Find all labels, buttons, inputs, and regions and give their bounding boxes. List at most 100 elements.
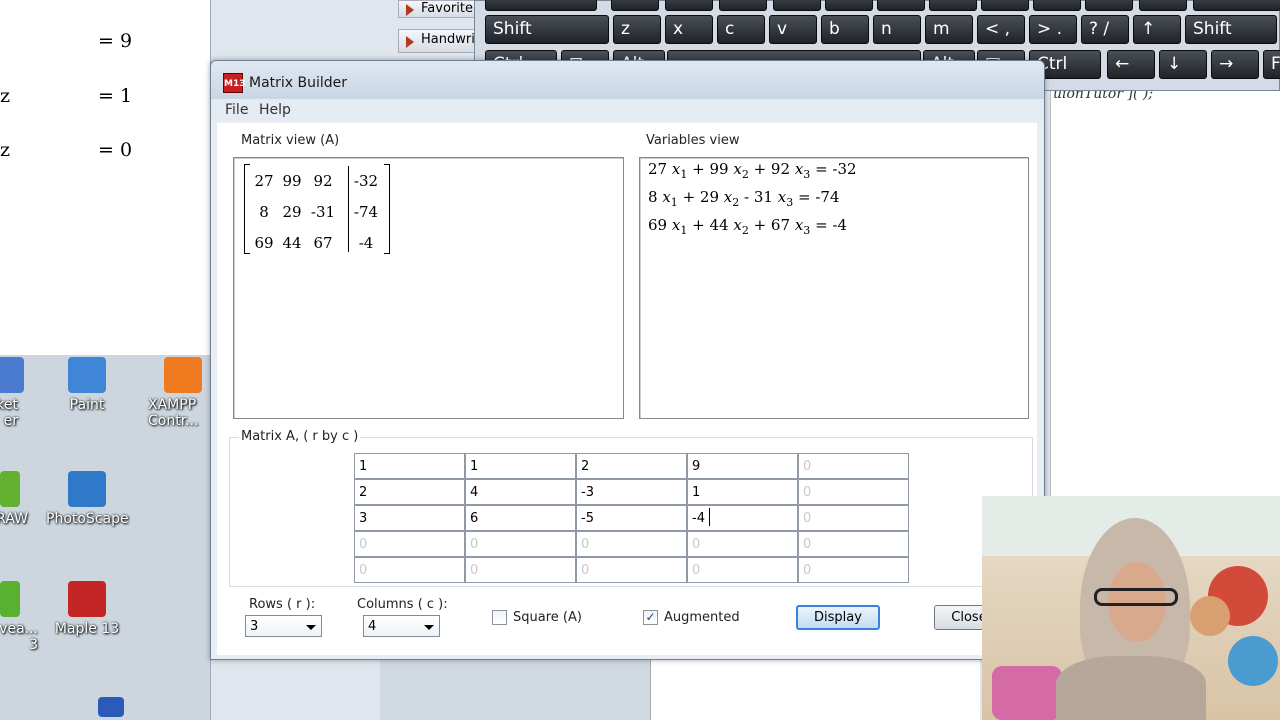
square-label[interactable]: Square (A) — [513, 610, 582, 625]
grid-cell-r3c3[interactable]: -5 — [576, 505, 687, 531]
matrix-entry-label: Matrix A, ( r by c ) — [239, 429, 361, 444]
grid-cell-r2c5[interactable]: 0 — [798, 479, 909, 505]
grid-cell-r4c4[interactable]: 0 — [687, 531, 798, 557]
key-v[interactable]: v — [769, 15, 817, 44]
matrix-view-label: Matrix view (A) — [239, 133, 342, 148]
key-partial[interactable] — [719, 0, 767, 11]
variable: x — [733, 160, 742, 178]
columns-select[interactable]: 4 — [363, 615, 440, 637]
matrix-cell: 44 — [282, 234, 302, 252]
matrix-cell: -32 — [353, 172, 379, 190]
grid-cell-r5c3[interactable]: 0 — [576, 557, 687, 583]
grid-cell-r5c5[interactable]: 0 — [798, 557, 909, 583]
favorites-palette-button[interactable]: Favorite — [398, 0, 478, 18]
rows-select[interactable]: 3 — [245, 615, 322, 637]
grid-cell-r3c5[interactable]: 0 — [798, 505, 909, 531]
grid-cell-r2c4[interactable]: 1 — [687, 479, 798, 505]
desktop-icon-raw[interactable]: RAW — [0, 471, 46, 527]
matrix-builder-dialog: M13 Matrix Builder File Help Matrix view… — [210, 60, 1045, 660]
grid-cell-r1c5[interactable]: 0 — [798, 453, 909, 479]
key-partial[interactable] — [485, 0, 597, 11]
key-m[interactable]: m — [925, 15, 973, 44]
key-b[interactable]: b — [821, 15, 869, 44]
matrix-cell: 99 — [282, 172, 302, 190]
grid-cell-r2c1[interactable]: 2 — [354, 479, 465, 505]
key-arrow-left[interactable]: ← — [1107, 50, 1155, 79]
key-partial[interactable] — [611, 0, 659, 11]
key-n[interactable]: n — [873, 15, 921, 44]
key-shift-left[interactable]: Shift — [485, 15, 609, 44]
grid-cell-r4c1[interactable]: 0 — [354, 531, 465, 557]
chevron-down-icon — [306, 625, 316, 630]
key-shift-right[interactable]: Shift — [1185, 15, 1277, 44]
display-button[interactable]: Display — [796, 605, 880, 630]
key-partial[interactable] — [929, 0, 977, 11]
handwriting-palette-button[interactable]: Handwri — [398, 29, 478, 53]
key-partial[interactable] — [825, 0, 873, 11]
menu-help[interactable]: Help — [259, 102, 291, 118]
key-slash[interactable]: ? / — [1081, 15, 1129, 44]
variables-equation-3: 69 x1 + 44 x2 + 67 x3 = -4 — [648, 216, 848, 237]
key-arrow-right[interactable]: → — [1211, 50, 1259, 79]
key-partial[interactable] — [773, 0, 821, 11]
key-fn[interactable]: Fn — [1263, 50, 1280, 79]
variables-view-panel: 27 x1 + 99 x2 + 92 x3 = -32 8 x1 + 29 x2… — [639, 157, 1029, 419]
key-partial[interactable] — [981, 0, 1029, 11]
key-c[interactable]: c — [717, 15, 765, 44]
grid-cell-r5c1[interactable]: 0 — [354, 557, 465, 583]
key-arrow-up[interactable]: ↑ — [1133, 15, 1181, 44]
key-partial[interactable] — [1033, 0, 1081, 11]
photoscape-icon — [68, 471, 106, 507]
app-icon — [98, 697, 124, 717]
grid-cell-r4c3[interactable]: 0 — [576, 531, 687, 557]
menu-file[interactable]: File — [225, 102, 248, 118]
key-period[interactable]: > . — [1029, 15, 1077, 44]
desktop-icon-paint[interactable]: Paint — [52, 357, 122, 413]
grid-cell-r4c5[interactable]: 0 — [798, 531, 909, 557]
desktop-icon-dreamweaver[interactable]: vea... 3 — [0, 581, 46, 653]
grid-cell-r1c1[interactable]: 1 — [354, 453, 465, 479]
grid-cell-r1c4[interactable]: 9 — [687, 453, 798, 479]
matrix-display: 27 99 92 -32 8 29 -31 -74 69 44 67 -4 — [244, 164, 404, 256]
key-partial[interactable] — [877, 0, 925, 11]
key-arrow-down[interactable]: ↓ — [1159, 50, 1207, 79]
desktop-icon-label: RAW — [0, 511, 28, 527]
grid-cell-r1c2[interactable]: 1 — [465, 453, 576, 479]
key-partial[interactable] — [1139, 0, 1187, 11]
desktop-icon-label: vea... 3 — [0, 621, 38, 653]
maple-icon — [68, 581, 106, 617]
desktop-icon-photoscape[interactable]: PhotoScape — [46, 471, 129, 527]
expand-arrow-icon — [406, 4, 414, 16]
grid-cell-r2c3[interactable]: -3 — [576, 479, 687, 505]
grid-cell-r5c4[interactable]: 0 — [687, 557, 798, 583]
grid-cell-r3c4[interactable]: -4 — [687, 505, 798, 531]
grid-cell-r3c2[interactable]: 6 — [465, 505, 576, 531]
augmented-checkbox[interactable]: ✓ — [643, 610, 658, 625]
grid-cell-r5c2[interactable]: 0 — [465, 557, 576, 583]
maple-app-icon: M13 — [223, 73, 245, 93]
desktop-icon-packet-tracer[interactable]: acket er — [0, 357, 40, 429]
square-checkbox[interactable] — [492, 610, 507, 625]
key-partial[interactable] — [665, 0, 713, 11]
key-z[interactable]: z — [613, 15, 661, 44]
key-partial[interactable] — [1193, 0, 1280, 11]
matrix-view-panel: 27 99 92 -32 8 29 -31 -74 69 44 67 -4 — [233, 157, 624, 419]
desktop-icon-xampp[interactable]: XAMPP Contr... — [148, 357, 218, 429]
coefficient: + 92 — [753, 160, 791, 178]
coefficient: - 31 — [744, 188, 773, 206]
dialog-title-bar[interactable]: M13 Matrix Builder — [211, 61, 1044, 99]
variable: x — [777, 188, 787, 206]
right-hand-side: = -32 — [815, 160, 857, 178]
key-partial[interactable] — [1085, 0, 1133, 11]
key-x[interactable]: x — [665, 15, 713, 44]
desktop-icon-partial[interactable] — [76, 697, 146, 720]
grid-cell-r1c3[interactable]: 2 — [576, 453, 687, 479]
augmented-label[interactable]: Augmented — [664, 610, 740, 625]
key-comma[interactable]: < , — [977, 15, 1025, 44]
grid-cell-r3c1[interactable]: 3 — [354, 505, 465, 531]
coefficient: + 67 — [753, 216, 791, 234]
back-window-panel — [380, 655, 650, 720]
grid-cell-r2c2[interactable]: 4 — [465, 479, 576, 505]
grid-cell-r4c2[interactable]: 0 — [465, 531, 576, 557]
desktop-icon-maple-13[interactable]: Maple 13 — [52, 581, 122, 637]
